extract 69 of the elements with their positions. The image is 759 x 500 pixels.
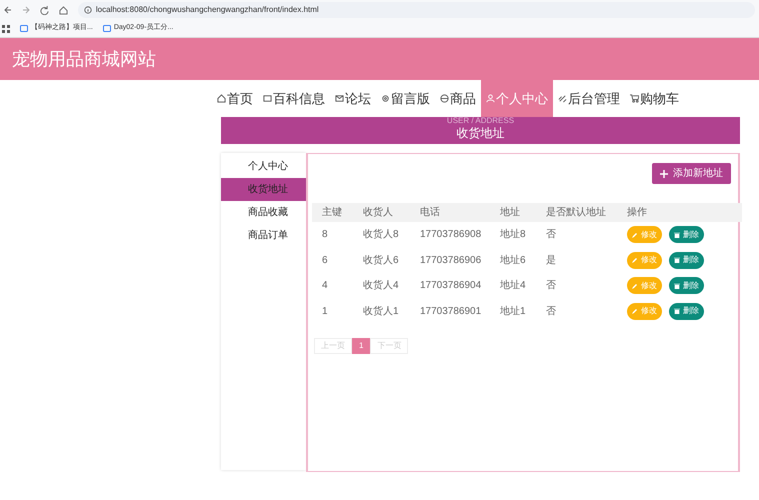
apps-grid-icon[interactable] bbox=[2, 24, 10, 32]
table-cell: 收货人6 bbox=[363, 254, 399, 266]
nav-tab[interactable]: 留言版 bbox=[376, 80, 435, 117]
add-address-button[interactable]: 添加新地址 bbox=[652, 163, 731, 184]
cart-icon bbox=[630, 94, 639, 103]
delete-button[interactable]: 删除 bbox=[669, 302, 704, 320]
back-arrow-icon[interactable] bbox=[4, 6, 12, 14]
sidebar-item[interactable]: 个人中心 bbox=[221, 155, 306, 178]
trash-icon bbox=[674, 282, 680, 289]
table-cell: 4 bbox=[322, 280, 328, 292]
table-cell: 是 bbox=[546, 254, 556, 266]
table-cell: 地址6 bbox=[500, 254, 526, 266]
nav-tab[interactable]: 购物车 bbox=[625, 80, 684, 117]
home-icon[interactable] bbox=[58, 6, 68, 14]
delete-button[interactable]: 删除 bbox=[669, 277, 704, 294]
table-cell: 地址8 bbox=[500, 229, 526, 240]
table-cell: 地址4 bbox=[500, 280, 526, 292]
table-cell: 地址1 bbox=[500, 306, 526, 317]
column-header: 操作 bbox=[626, 206, 648, 220]
table-cell: 收货人8 bbox=[363, 229, 399, 240]
table-cell: 否 bbox=[546, 306, 556, 317]
table-cell: 17703786901 bbox=[420, 306, 482, 317]
table-cell: 否 bbox=[546, 229, 556, 240]
table-cell: 1 bbox=[322, 306, 328, 317]
pencil-icon bbox=[632, 232, 638, 238]
user-icon bbox=[486, 94, 495, 103]
trash-icon bbox=[674, 257, 680, 264]
column-header: 收货人 bbox=[362, 206, 394, 220]
banner-subtitle: USER / ADDRESS bbox=[446, 117, 514, 125]
page-button[interactable]: 1 bbox=[352, 338, 370, 354]
table-cell: 收货人1 bbox=[363, 306, 399, 317]
table-cell: 8 bbox=[322, 229, 328, 240]
table-cell: 否 bbox=[546, 280, 556, 292]
nav-tab[interactable]: 个人中心 bbox=[481, 80, 553, 117]
table-cell: 6 bbox=[322, 254, 328, 266]
nav-tab[interactable]: 首页 bbox=[212, 80, 258, 117]
trash-icon bbox=[674, 232, 680, 238]
trash-icon bbox=[674, 308, 680, 314]
pencil-icon bbox=[632, 282, 638, 289]
table-cell: 17703786904 bbox=[420, 280, 482, 292]
info-icon bbox=[84, 6, 92, 14]
column-header: 电话 bbox=[419, 206, 441, 220]
delete-button[interactable]: 删除 bbox=[669, 226, 704, 244]
folder-icon bbox=[102, 25, 111, 32]
nav-tab[interactable]: 后台管理 bbox=[553, 80, 625, 117]
nav-tab[interactable]: 百科信息 bbox=[258, 80, 330, 117]
banner-title: 收货地址 bbox=[456, 127, 504, 139]
site-title: 宠物用品商城网站 bbox=[12, 48, 156, 70]
column-header: 主键 bbox=[321, 206, 343, 220]
reload-icon[interactable] bbox=[40, 6, 49, 14]
nav-tab[interactable]: 商品 bbox=[435, 80, 481, 117]
plus-icon bbox=[660, 170, 668, 178]
column-header: 地址 bbox=[499, 206, 521, 220]
column-header: 是否默认地址 bbox=[545, 206, 607, 220]
address-bar[interactable]: localhost:8080/chongwushangchengwangzhan/front/index.html bbox=[78, 2, 756, 18]
table-cell: 收货人4 bbox=[363, 280, 399, 292]
url-text: localhost:8080/chongwushangchengwangzhan/front/index.html bbox=[96, 4, 319, 16]
folder-icon bbox=[20, 25, 28, 32]
pencil-icon bbox=[632, 308, 638, 314]
table-cell: 17703786906 bbox=[420, 254, 482, 266]
delete-button[interactable]: 删除 bbox=[669, 252, 704, 269]
sidebar-item[interactable]: 收货地址 bbox=[221, 178, 306, 201]
nav-tab[interactable]: 论坛 bbox=[330, 80, 376, 117]
sidebar-item[interactable]: 商品订单 bbox=[221, 224, 306, 247]
pencil-icon bbox=[632, 257, 638, 264]
table-cell: 17703786908 bbox=[420, 229, 482, 240]
sidebar-item[interactable]: 商品收藏 bbox=[221, 201, 306, 224]
home-icon bbox=[217, 94, 226, 103]
envelope-icon bbox=[335, 94, 344, 103]
